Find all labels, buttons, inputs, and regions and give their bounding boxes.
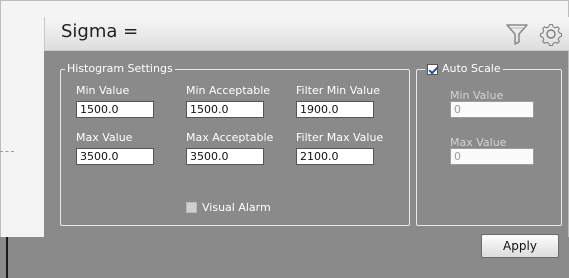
visual-alarm-toggle[interactable]: Visual Alarm [186,201,271,214]
max-value-label: Max Value [76,131,133,144]
max-acceptable-input[interactable] [186,148,264,165]
filter-max-value-label: Filter Max Value [296,131,384,144]
filter-min-value-input[interactable] [296,101,374,118]
apply-button[interactable]: Apply [481,234,559,258]
visual-alarm-checkbox[interactable] [186,202,197,213]
left-rule [6,237,8,278]
auto-max-value-input[interactable] [450,148,534,165]
auto-min-value-input[interactable] [450,101,534,118]
gear-icon[interactable] [537,20,565,48]
auto-scale-checkbox[interactable] [427,63,438,75]
max-acceptable-label: Max Acceptable [186,131,274,144]
left-divider [0,151,14,152]
min-value-label: Min Value [76,84,130,97]
visual-alarm-label: Visual Alarm [202,201,271,214]
page-title: Sigma = [61,21,139,42]
min-acceptable-label: Min Acceptable [186,84,271,97]
min-acceptable-input[interactable] [186,101,264,118]
filter-min-value-label: Filter Min Value [296,84,380,97]
max-value-input[interactable] [76,148,154,165]
auto-scale-legend[interactable]: Auto Scale [425,62,503,76]
histogram-settings-legend: Histogram Settings [65,62,175,76]
header-bar: Sigma = [44,17,569,51]
min-value-input[interactable] [76,101,154,118]
filter-max-value-input[interactable] [296,148,374,165]
filter-icon[interactable] [503,20,531,48]
auto-scale-label: Auto Scale [442,62,501,75]
